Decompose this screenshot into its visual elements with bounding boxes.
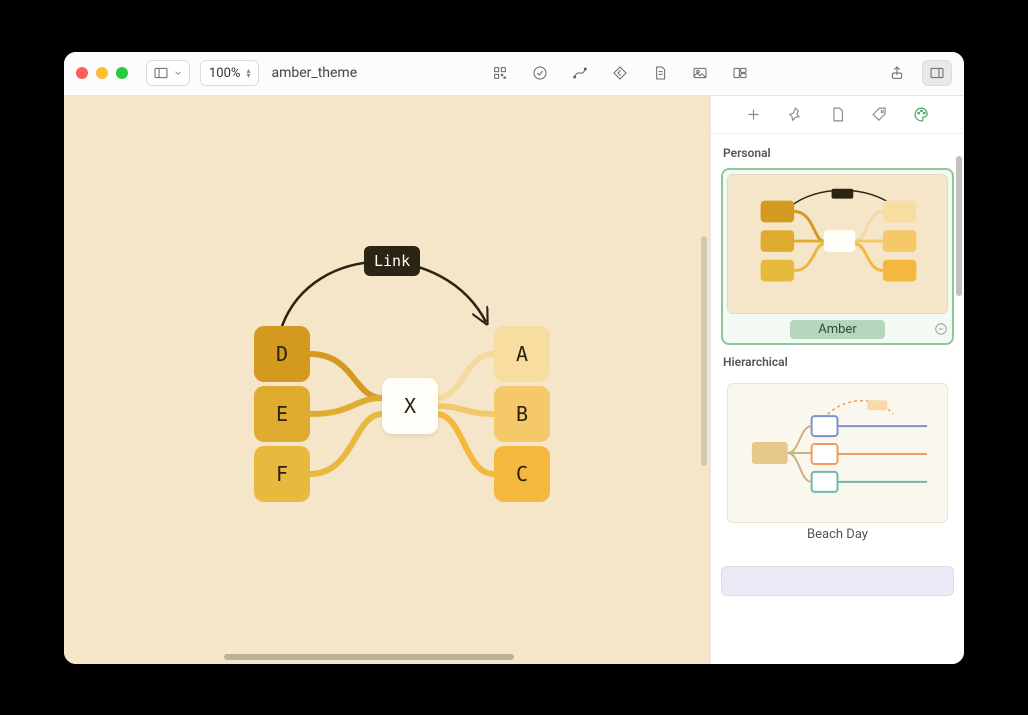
chevron-left-diamond-icon xyxy=(612,65,628,81)
theme-card-peek[interactable] xyxy=(721,566,954,596)
panel-body[interactable]: Personal xyxy=(711,134,964,664)
node-label: B xyxy=(516,402,528,426)
zoom-stepper[interactable]: 100% ▴▾ xyxy=(200,60,259,86)
document-title: amber_theme xyxy=(271,65,357,81)
fullscreen-window-button[interactable] xyxy=(116,67,128,79)
remove-theme-button[interactable] xyxy=(934,322,948,336)
qr-icon xyxy=(492,65,508,81)
panel-right-icon xyxy=(929,65,945,81)
node-label: D xyxy=(276,342,288,366)
node-label: C xyxy=(516,462,528,486)
node-label: A xyxy=(516,342,528,366)
node-center-label: X xyxy=(404,394,416,418)
node-right-0[interactable]: A xyxy=(494,326,550,382)
app-window: 100% ▴▾ amber_theme xyxy=(64,52,964,664)
curve-button[interactable] xyxy=(565,60,595,86)
tab-document[interactable] xyxy=(829,105,847,123)
traffic-lights xyxy=(76,67,128,79)
theme-thumb-amber xyxy=(727,174,948,314)
close-window-button[interactable] xyxy=(76,67,88,79)
layout-button[interactable] xyxy=(725,60,755,86)
tag-icon xyxy=(871,106,888,123)
chevron-down-icon xyxy=(173,68,183,78)
stepper-arrows-icon: ▴▾ xyxy=(246,68,250,78)
node-right-1[interactable]: B xyxy=(494,386,550,442)
node-left-2[interactable]: F xyxy=(254,446,310,502)
canvas-area[interactable]: Link X D E F A B C xyxy=(64,96,710,664)
inspector-panel: Personal xyxy=(710,96,964,664)
palette-icon xyxy=(913,106,930,123)
note-icon xyxy=(652,65,668,81)
sidebar-icon xyxy=(153,65,169,81)
sidebar-toggle-button[interactable] xyxy=(146,60,190,86)
image-icon xyxy=(692,65,708,81)
theme-thumb-beach-day xyxy=(727,383,948,523)
node-left-0[interactable]: D xyxy=(254,326,310,382)
document-icon xyxy=(829,106,846,123)
panel-tabs xyxy=(711,96,964,134)
plus-icon xyxy=(745,106,762,123)
pin-icon xyxy=(787,106,804,123)
share-button[interactable] xyxy=(882,60,912,86)
link-label[interactable]: Link xyxy=(364,246,420,276)
check-circle-icon xyxy=(532,65,548,81)
theme-name-beach-day: Beach Day xyxy=(727,527,948,542)
titlebar: 100% ▴▾ amber_theme xyxy=(64,52,964,96)
node-right-2[interactable]: C xyxy=(494,446,550,502)
canvas-horizontal-scrollbar[interactable] xyxy=(224,654,514,660)
theme-card-amber[interactable]: Amber xyxy=(721,168,954,345)
layout-icon xyxy=(732,65,748,81)
qr-icon-button[interactable] xyxy=(485,60,515,86)
panel-vertical-scrollbar[interactable] xyxy=(956,156,962,296)
canvas-vertical-scrollbar[interactable] xyxy=(701,236,707,466)
tab-tag[interactable] xyxy=(871,105,889,123)
theme-name-amber: Amber xyxy=(790,320,884,339)
zoom-value: 100% xyxy=(209,66,240,81)
node-center[interactable]: X xyxy=(382,378,438,434)
check-circle-button[interactable] xyxy=(525,60,555,86)
theme-card-beach-day[interactable]: Beach Day xyxy=(721,377,954,548)
node-left-1[interactable]: E xyxy=(254,386,310,442)
inspector-toggle-button[interactable] xyxy=(922,60,952,86)
tab-pin[interactable] xyxy=(787,105,805,123)
section-label-personal: Personal xyxy=(723,146,952,160)
node-label: F xyxy=(276,462,288,486)
curve-icon xyxy=(572,65,588,81)
back-button[interactable] xyxy=(605,60,635,86)
image-button[interactable] xyxy=(685,60,715,86)
tab-add[interactable] xyxy=(745,105,763,123)
note-button[interactable] xyxy=(645,60,675,86)
tab-themes[interactable] xyxy=(913,105,931,123)
node-label: E xyxy=(276,402,288,426)
section-label-hierarchical: Hierarchical xyxy=(723,355,952,369)
share-icon xyxy=(889,65,905,81)
minimize-window-button[interactable] xyxy=(96,67,108,79)
content-split: Link X D E F A B C xyxy=(64,96,964,664)
